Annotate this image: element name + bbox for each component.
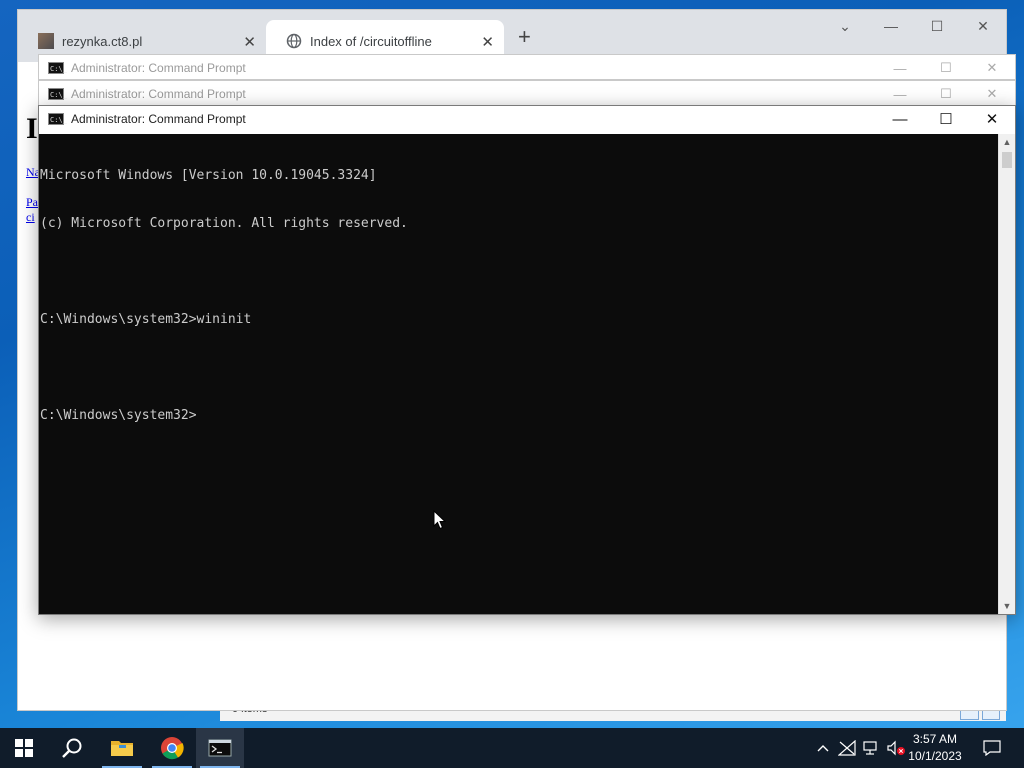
window-title: Administrator: Command Prompt: [71, 61, 246, 75]
start-button[interactable]: [0, 728, 48, 768]
command-prompt-icon: [208, 739, 232, 757]
close-button[interactable]: ✕: [969, 81, 1015, 107]
tab-search-icon[interactable]: ⌄: [822, 10, 868, 42]
close-button[interactable]: ✕: [969, 55, 1015, 81]
command-prompt-button[interactable]: [196, 728, 244, 768]
network-icon[interactable]: [860, 728, 882, 768]
console-line: C:\Windows\system32>wininit: [40, 312, 252, 327]
page-link[interactable]: ci: [26, 210, 35, 225]
new-tab-button[interactable]: +: [518, 24, 531, 50]
window-title: Administrator: Command Prompt: [71, 87, 246, 101]
browser-window-controls: ⌄ — ☐ ✕: [822, 10, 1006, 42]
clock-time: 3:57 AM: [912, 732, 958, 746]
cmd-titlebar[interactable]: C:\_ Administrator: Command Prompt — ☐ ✕: [39, 81, 1015, 107]
windows-logo-icon: [15, 739, 33, 757]
maximize-button[interactable]: ☐: [914, 10, 960, 42]
maximize-button[interactable]: ☐: [923, 81, 969, 107]
page-heading: I: [26, 112, 38, 145]
scrollbar-thumb[interactable]: [1002, 152, 1012, 168]
chevron-up-icon[interactable]: [814, 728, 832, 768]
chrome-icon: [161, 737, 184, 760]
notification-icon[interactable]: [978, 728, 1006, 768]
search-icon: [62, 738, 82, 758]
minimize-button[interactable]: —: [877, 55, 923, 81]
close-button[interactable]: ✕: [960, 10, 1006, 42]
tab-title: Index of /circuitoffline: [310, 33, 432, 49]
page-link[interactable]: Pa: [26, 195, 38, 210]
tab-close-icon[interactable]: ✕: [481, 33, 494, 51]
clock[interactable]: 3:57 AM 10/1/2023: [904, 731, 966, 765]
cmd-window-background[interactable]: C:\_ Administrator: Command Prompt — ☐ ✕: [38, 80, 1016, 106]
file-explorer-button[interactable]: [98, 728, 146, 768]
console-output[interactable]: Microsoft Windows [Version 10.0.19045.33…: [39, 134, 999, 614]
network-disconnected-icon[interactable]: [836, 728, 858, 768]
clock-date: 10/1/2023: [908, 749, 962, 763]
chrome-button[interactable]: [148, 728, 196, 768]
maximize-button[interactable]: ☐: [923, 106, 969, 132]
cmd-icon: C:\_: [48, 113, 67, 125]
maximize-button[interactable]: ☐: [923, 55, 969, 81]
console-prompt-line: C:\Windows\system32>: [40, 408, 197, 423]
vertical-scrollbar[interactable]: ▲ ▼: [998, 134, 1015, 614]
minimize-button[interactable]: —: [877, 81, 923, 107]
tab-title: rezynka.ct8.pl: [62, 33, 143, 49]
search-button[interactable]: [48, 728, 96, 768]
cmd-icon: C:\_: [48, 62, 67, 74]
site-favicon-icon: [38, 33, 54, 49]
cmd-window-active[interactable]: C:\_ Administrator: Command Prompt — ☐ ✕…: [38, 105, 1016, 615]
minimize-button[interactable]: —: [868, 10, 914, 42]
cmd-window-background[interactable]: C:\_ Administrator: Command Prompt — ☐ ✕: [38, 54, 1016, 80]
close-button[interactable]: ✕: [969, 106, 1015, 132]
globe-icon: [286, 33, 302, 49]
cmd-icon: C:\_: [48, 88, 67, 100]
mouse-cursor-icon: [433, 510, 447, 530]
scroll-down-icon[interactable]: ▼: [999, 598, 1015, 614]
folder-icon: [111, 741, 133, 756]
window-title: Administrator: Command Prompt: [71, 112, 246, 126]
tab-close-icon[interactable]: ✕: [243, 33, 256, 51]
console-line: Microsoft Windows [Version 10.0.19045.33…: [40, 168, 377, 183]
scroll-up-icon[interactable]: ▲: [999, 134, 1015, 150]
taskbar: 3:57 AM 10/1/2023: [0, 728, 1024, 768]
console-line: (c) Microsoft Corporation. All rights re…: [40, 216, 408, 231]
minimize-button[interactable]: —: [877, 106, 923, 132]
cmd-titlebar[interactable]: C:\_ Administrator: Command Prompt — ☐ ✕: [39, 55, 1015, 81]
cmd-titlebar[interactable]: C:\_ Administrator: Command Prompt — ☐ ✕: [39, 106, 1015, 132]
